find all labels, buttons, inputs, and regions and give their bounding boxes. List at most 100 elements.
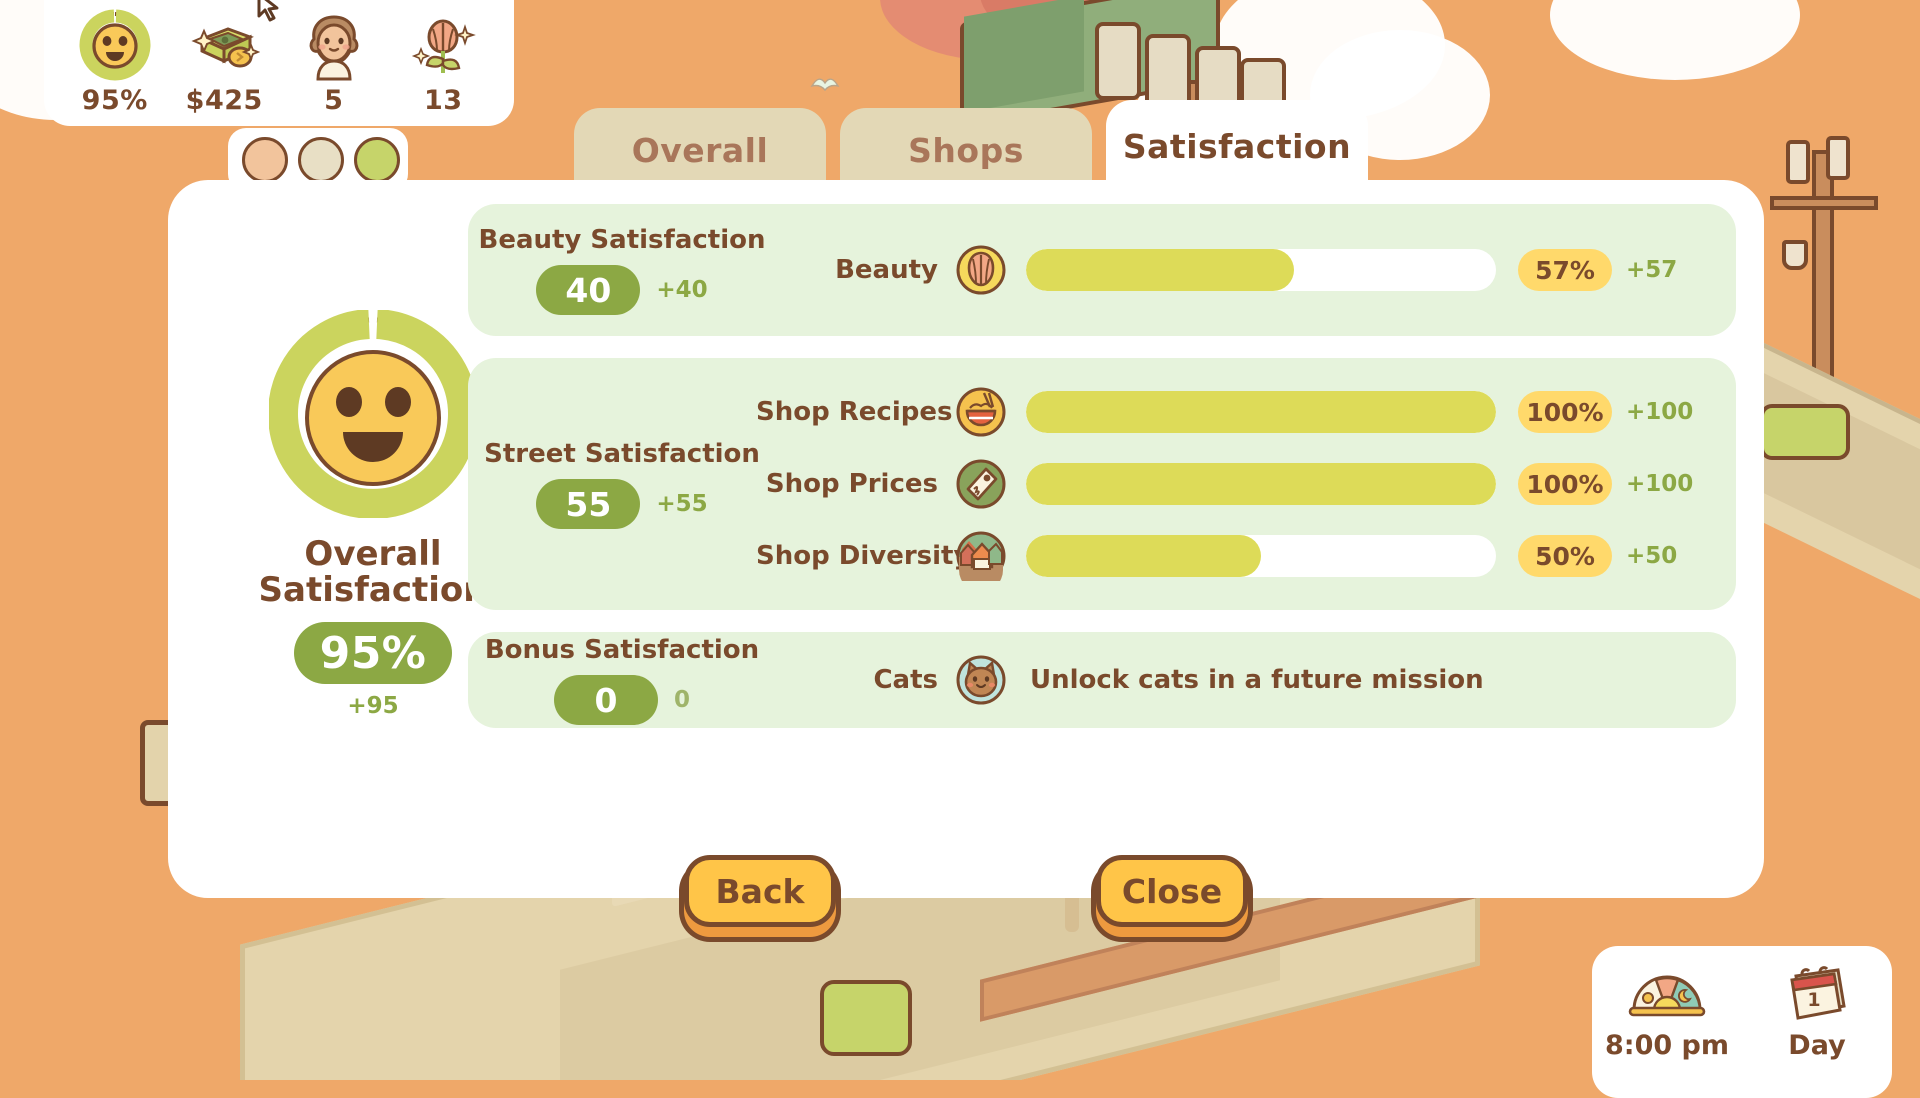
section-street: Street Satisfaction 55 +55 Shop Recipes (468, 358, 1736, 610)
metric-progress-bar (1026, 249, 1496, 291)
transformer-box (1786, 140, 1810, 184)
section-score-row: 55 +55 (536, 479, 708, 529)
time-of-day-dial-icon (1626, 960, 1708, 1022)
section-street-summary: Street Satisfaction 55 +55 (478, 439, 760, 529)
day-cell[interactable]: 1 Day (1752, 960, 1882, 1061)
metric-delta: +100 (1626, 399, 1694, 425)
money-cash-icon (188, 9, 261, 81)
hud-stat-beauty[interactable]: 13 (393, 9, 493, 116)
metric-progress-bar (1026, 391, 1496, 433)
satisfaction-sections: Beauty Satisfaction 40 +40 Beauty 57% +5… (468, 204, 1736, 750)
metric-progress-fill (1026, 463, 1496, 505)
metric-delta: +100 (1626, 471, 1694, 497)
section-delta: 0 (673, 687, 690, 713)
section-beauty-summary: Beauty Satisfaction 40 +40 (478, 225, 766, 315)
tab-label: Shops (908, 130, 1024, 170)
overall-title: Overall Satisfaction (259, 536, 488, 608)
hud-stat-value: $425 (185, 85, 263, 116)
bird-icon (810, 78, 840, 92)
metric-percent-badge: 57% (1518, 249, 1612, 291)
section-bonus-summary: Bonus Satisfaction 0 0 (478, 635, 760, 725)
panel-action-buttons: Back Close (168, 855, 1764, 927)
hud-stat-residents[interactable]: 5 (284, 9, 384, 116)
utility-pole-crossbar (1770, 196, 1878, 210)
hud-stat-value: 13 (423, 85, 463, 116)
metric-label: Cats (873, 665, 938, 695)
hud-stat-satisfaction[interactable]: 95% (65, 9, 165, 116)
metric-label: Beauty (835, 255, 938, 285)
back-button[interactable]: Back (684, 855, 836, 927)
close-button[interactable]: Close (1096, 855, 1248, 927)
villager-head-icon (298, 9, 370, 81)
section-beauty-rows: Beauty 57% +57 (756, 244, 1710, 296)
metric-row-cats[interactable]: Cats Unlock cats in a future mission (756, 654, 1710, 706)
pointer-arrow-icon (257, 0, 279, 22)
overall-title-line1: Overall (304, 534, 442, 574)
metric-row-shop-recipes[interactable]: Shop Recipes 100% +100 (756, 386, 1710, 438)
hud-stat-value: 95% (81, 85, 148, 116)
transformer-box (1826, 136, 1850, 180)
section-label: Street Satisfaction (484, 439, 760, 469)
metric-label: Shop Recipes (756, 397, 953, 427)
section-delta: +40 (656, 277, 708, 303)
time-widget: 8:00 pm 1 Day (1592, 946, 1892, 1098)
metric-label: Shop Prices (765, 469, 938, 499)
metric-row-shop-prices[interactable]: Shop Prices 100% +100 (756, 458, 1710, 510)
villager-face-icon (298, 137, 344, 183)
hedge-bush (820, 980, 912, 1056)
overall-title-line2: Satisfaction (258, 570, 488, 611)
tab-satisfaction[interactable]: Satisfaction (1106, 100, 1368, 192)
panel-tabs: Overall Shops Satisfaction (574, 100, 1368, 192)
metric-progress-bar (1026, 535, 1496, 577)
metric-progress-bar (1026, 463, 1496, 505)
stone-pillar (1095, 22, 1141, 100)
price-tag-icon (956, 459, 1006, 509)
section-score-badge: 55 (536, 479, 641, 529)
metric-row-shop-diversity[interactable]: Shop Diversity 50% +50 (756, 530, 1710, 592)
metric-percent-badge: 100% (1518, 391, 1612, 433)
hedge-bush (1760, 404, 1850, 460)
smiley-face-gauge-icon (268, 309, 478, 519)
section-score-row: 40 +40 (536, 265, 708, 315)
section-score-badge: 40 (536, 265, 641, 315)
tulip-icon (956, 245, 1006, 295)
section-score-badge: 0 (553, 675, 658, 725)
satisfaction-panel: Overall Satisfaction 95% +95 Beauty Sati… (168, 180, 1764, 898)
section-bonus-rows: Cats Unlock cats in a future mission (756, 654, 1710, 706)
noodle-bowl-icon (956, 387, 1006, 437)
metric-delta: +50 (1626, 543, 1678, 569)
section-label: Beauty Satisfaction (478, 225, 766, 255)
metric-progress-fill (1026, 391, 1496, 433)
metric-percent-badge: 50% (1518, 535, 1612, 577)
street-lamp (1782, 240, 1808, 270)
day-label: Day (1788, 1030, 1846, 1061)
metric-label: Shop Diversity (756, 541, 971, 571)
metric-progress-fill (1026, 535, 1261, 577)
section-delta: +55 (656, 491, 708, 517)
overall-percent-badge: 95% (294, 622, 452, 685)
hud-stat-value: 5 (324, 85, 344, 116)
metric-delta: +57 (1626, 257, 1678, 283)
calendar-icon: 1 (1776, 960, 1858, 1022)
section-street-rows: Shop Recipes 100% +100 Shop Prices 100% … (756, 386, 1710, 592)
time-of-day-cell[interactable]: 8:00 pm (1602, 960, 1732, 1061)
villager-face-icon (242, 137, 288, 183)
metric-note: Unlock cats in a future mission (1030, 665, 1484, 695)
section-bonus: Bonus Satisfaction 0 0 Cats Unlock cats … (468, 632, 1736, 728)
tab-label: Overall (631, 130, 769, 170)
metric-percent-badge: 100% (1518, 463, 1612, 505)
section-beauty: Beauty Satisfaction 40 +40 Beauty 57% +5… (468, 204, 1736, 336)
overall-delta: +95 (347, 693, 399, 720)
cat-face-icon (956, 655, 1006, 705)
section-score-row: 0 0 (553, 675, 690, 725)
villager-face-icon (354, 137, 400, 183)
stone-pillar (1145, 34, 1191, 110)
tulip-flower-icon (407, 9, 479, 81)
calendar-day-number: 1 (1807, 989, 1820, 1011)
shop-buildings-icon (956, 531, 1006, 592)
metric-progress-fill (1026, 249, 1294, 291)
section-label: Bonus Satisfaction (484, 635, 760, 665)
tab-label: Satisfaction (1122, 126, 1352, 166)
metric-row-beauty[interactable]: Beauty 57% +57 (756, 244, 1710, 296)
satisfaction-face-icon (79, 9, 151, 81)
